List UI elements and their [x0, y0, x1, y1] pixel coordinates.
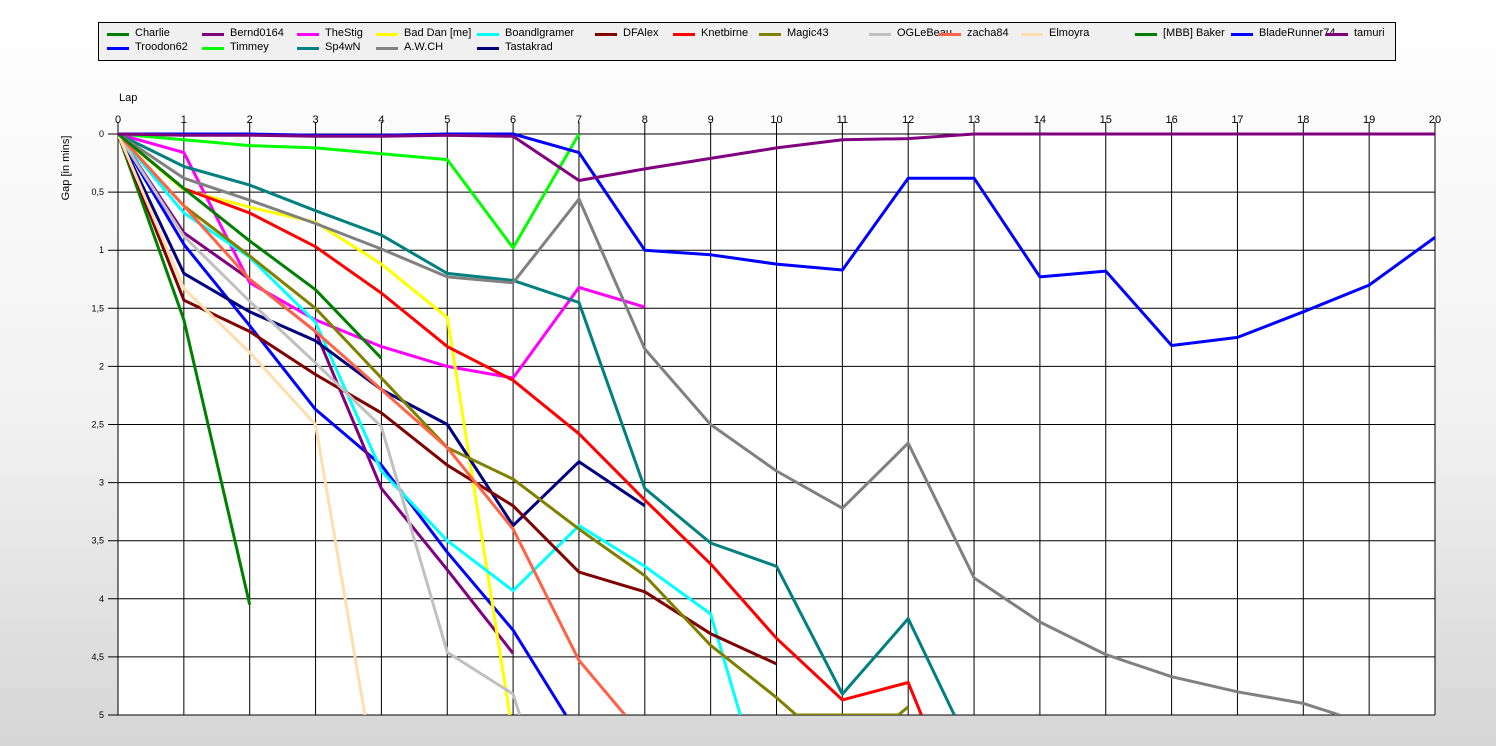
- y-tick-label: 1: [99, 245, 104, 255]
- x-tick-label: 4: [378, 114, 384, 126]
- x-tick-label: 20: [1429, 114, 1441, 126]
- y-tick-label: 0,5: [91, 187, 104, 197]
- y-tick-label: 3: [99, 478, 104, 488]
- x-tick-label: 5: [444, 114, 450, 126]
- x-axis-title: Lap: [119, 92, 137, 104]
- y-tick-label: 3,5: [91, 536, 104, 546]
- x-tick-label: 2: [247, 114, 253, 126]
- plot-area: 0 1 2 3 4 5 6 7 8 9 10 11 12 13 14 15 16 17 18 19 2000,511,5…: [60, 92, 1441, 720]
- x-tick-label: 0: [115, 114, 121, 126]
- y-tick-label: 2,5: [91, 420, 104, 430]
- y-tick-label: 5: [99, 710, 104, 720]
- x-tick-label: 1: [181, 114, 187, 126]
- x-tick-label: 15: [1100, 114, 1112, 126]
- y-tick-label: 4: [99, 594, 104, 604]
- x-tick-label: 11: [837, 114, 848, 126]
- y-axis-title: Gap [in mins]: [60, 136, 72, 201]
- chart-root: Charlie Troodon62 Bernd0164 Timmey TheStig Sp…: [0, 0, 1496, 746]
- x-tick-label: 12: [902, 114, 914, 126]
- x-tick-label: 7: [576, 114, 582, 126]
- y-tick-label: 2: [99, 361, 104, 371]
- y-tick-label: 0: [99, 129, 104, 139]
- y-tick-label: 4,5: [91, 652, 104, 662]
- x-tick-label: 18: [1297, 114, 1309, 126]
- x-tick-label: 8: [642, 114, 648, 126]
- x-tick-label: 3: [312, 114, 318, 126]
- x-tick-label: 14: [1034, 114, 1046, 126]
- y-tick-label: 1,5: [91, 303, 104, 313]
- x-tick-label: 6: [510, 114, 516, 126]
- x-tick-label: 9: [708, 114, 714, 126]
- x-tick-label: 13: [968, 114, 980, 126]
- x-tick-label: 17: [1231, 114, 1243, 126]
- x-tick-label: 10: [770, 114, 782, 126]
- x-tick-label: 16: [1165, 114, 1177, 126]
- x-tick-label: 19: [1363, 114, 1375, 126]
